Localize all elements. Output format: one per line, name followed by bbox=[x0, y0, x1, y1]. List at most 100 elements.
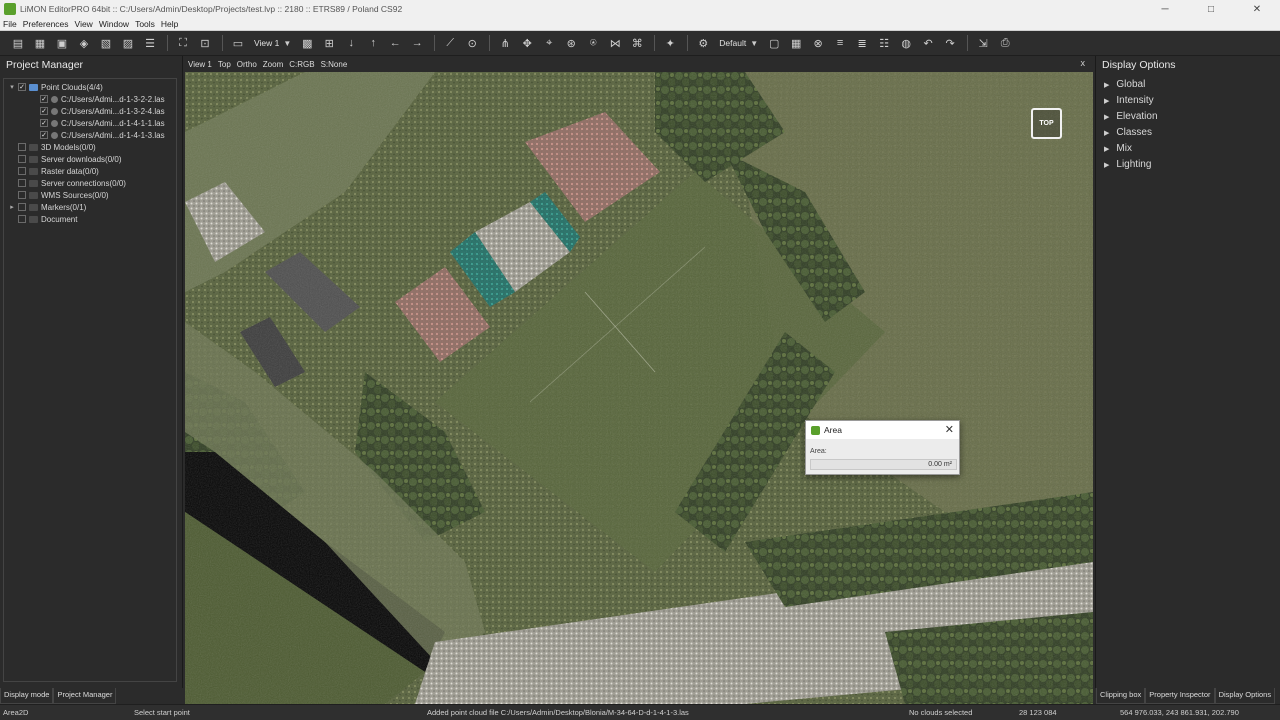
chevron-down-icon[interactable]: ▼ bbox=[283, 39, 291, 48]
visibility-checkbox[interactable] bbox=[18, 215, 26, 223]
view-orientation-badge[interactable]: TOP bbox=[1031, 108, 1062, 139]
tree-item-las-file[interactable]: ✓ C:/Users/Admi...d-1-3-2-2.las bbox=[30, 93, 165, 105]
profile-icon[interactable]: ☷ bbox=[874, 34, 894, 52]
view-zoom[interactable]: Zoom bbox=[260, 60, 286, 69]
option-global[interactable]: ▶ Global bbox=[1104, 79, 1145, 90]
visibility-checkbox[interactable]: ✓ bbox=[40, 95, 48, 103]
tool-d-icon[interactable]: ⊛ bbox=[561, 34, 581, 52]
tree-item[interactable]: WMS Sources(0/0) bbox=[8, 189, 109, 201]
visibility-checkbox[interactable] bbox=[18, 191, 26, 199]
view-shading-mode[interactable]: S:None bbox=[318, 60, 351, 69]
menu-file[interactable]: File bbox=[0, 19, 20, 29]
point-cloud-viewport[interactable]: TOP bbox=[185, 72, 1093, 704]
visibility-checkbox[interactable] bbox=[18, 155, 26, 163]
tree-item[interactable]: 3D Models(0/0) bbox=[8, 141, 96, 153]
tree-item[interactable]: Raster data(0/0) bbox=[8, 165, 99, 177]
arrow-up-icon[interactable]: ↑ bbox=[363, 34, 383, 52]
tab-clipping-box[interactable]: Clipping box bbox=[1096, 688, 1146, 704]
section-icon[interactable]: ≣ bbox=[852, 34, 872, 52]
visibility-checkbox[interactable]: ✓ bbox=[18, 83, 26, 91]
measure-icon[interactable]: ⟋ bbox=[440, 34, 460, 52]
tool-c-icon[interactable]: ⌖ bbox=[539, 34, 559, 52]
expand-arrow-icon[interactable]: ▾ bbox=[8, 83, 16, 91]
arrow-down-icon[interactable]: ↓ bbox=[341, 34, 361, 52]
load-cloud-icon[interactable]: ◈ bbox=[74, 34, 94, 52]
tree-item[interactable]: Document bbox=[8, 213, 77, 225]
visibility-checkbox[interactable] bbox=[18, 167, 26, 175]
menu-preferences[interactable]: Preferences bbox=[20, 19, 72, 29]
maximize-button[interactable]: □ bbox=[1188, 0, 1234, 18]
display-icon[interactable]: ✦ bbox=[660, 34, 680, 52]
tab-project-manager[interactable]: Project Manager bbox=[53, 688, 117, 704]
tab-display-options[interactable]: Display Options bbox=[1214, 688, 1276, 704]
tree-item[interactable]: Server connections(0/0) bbox=[8, 177, 126, 189]
visibility-checkbox[interactable]: ✓ bbox=[40, 131, 48, 139]
redo-icon[interactable]: ↷ bbox=[940, 34, 960, 52]
grid-icon[interactable]: ▦ bbox=[786, 34, 806, 52]
style-icon[interactable]: ⚙ bbox=[693, 34, 713, 52]
tree-item[interactable]: ▾ ✓ Point Clouds(4/4) bbox=[8, 81, 103, 93]
close-window-button[interactable]: ✕ bbox=[1234, 0, 1280, 18]
area-value-field[interactable]: 0.00 m² bbox=[810, 459, 957, 470]
option-elevation[interactable]: ▶ Elevation bbox=[1104, 111, 1158, 122]
layers-icon[interactable]: ▧ bbox=[96, 34, 116, 52]
chevron-down-icon[interactable]: ▼ bbox=[750, 39, 758, 48]
view-color-mode[interactable]: C:RGB bbox=[286, 60, 317, 69]
view-projection[interactable]: Ortho bbox=[234, 60, 260, 69]
option-intensity[interactable]: ▶ Intensity bbox=[1104, 95, 1154, 106]
align-icon[interactable]: ≡ bbox=[830, 34, 850, 52]
arrow-right-icon[interactable]: → bbox=[407, 34, 427, 52]
tool-b-icon[interactable]: ✥ bbox=[517, 34, 537, 52]
globe-icon[interactable]: ◍ bbox=[896, 34, 916, 52]
visibility-checkbox[interactable]: ✓ bbox=[40, 119, 48, 127]
tree-item[interactable]: Server downloads(0/0) bbox=[8, 153, 121, 165]
layer-list-icon[interactable]: ☰ bbox=[140, 34, 160, 52]
tree-item-label: Document bbox=[41, 214, 78, 224]
option-mix[interactable]: ▶ Mix bbox=[1104, 143, 1132, 154]
area-dialog-titlebar[interactable]: Area bbox=[806, 421, 959, 439]
undo-icon[interactable]: ↶ bbox=[918, 34, 938, 52]
view-front-icon[interactable]: ⊞ bbox=[319, 34, 339, 52]
tool-f-icon[interactable]: ⋈ bbox=[605, 34, 625, 52]
menu-view[interactable]: View bbox=[72, 19, 96, 29]
option-classes[interactable]: ▶ Classes bbox=[1104, 127, 1152, 138]
tree-item-las-file[interactable]: ✓ C:/Users/Admi...d-1-4-1-3.las bbox=[30, 129, 165, 141]
visibility-checkbox[interactable] bbox=[18, 143, 26, 151]
tool-g-icon[interactable]: ⌘ bbox=[627, 34, 647, 52]
menu-window[interactable]: Window bbox=[96, 19, 132, 29]
view-top-icon[interactable]: ▩ bbox=[297, 34, 317, 52]
arrow-left-icon[interactable]: ← bbox=[385, 34, 405, 52]
tool-e-icon[interactable]: ⍟ bbox=[583, 34, 603, 52]
open-project-icon[interactable]: ▦ bbox=[30, 34, 50, 52]
expand-arrow-icon[interactable]: ▸ bbox=[8, 203, 16, 211]
view-direction[interactable]: Top bbox=[215, 60, 234, 69]
visibility-checkbox[interactable]: ✓ bbox=[40, 107, 48, 115]
new-project-icon[interactable]: ▤ bbox=[8, 34, 28, 52]
screenshot-icon[interactable]: ⊡ bbox=[195, 34, 215, 52]
filter-icon[interactable]: ⊗ bbox=[808, 34, 828, 52]
minimize-button[interactable]: ─ bbox=[1142, 0, 1188, 18]
layer-settings-icon[interactable]: ▨ bbox=[118, 34, 138, 52]
visibility-checkbox[interactable] bbox=[18, 179, 26, 187]
close-view-button[interactable]: x bbox=[1081, 58, 1086, 68]
box-icon[interactable]: ▢ bbox=[764, 34, 784, 52]
tree-item-las-file[interactable]: ✓ C:/Users/Admi...d-1-3-2-4.las bbox=[30, 105, 165, 117]
tab-display-mode[interactable]: Display mode bbox=[0, 688, 54, 704]
menu-tools[interactable]: Tools bbox=[132, 19, 158, 29]
fit-view-icon[interactable]: ⛶ bbox=[173, 34, 193, 52]
export-icon[interactable]: ⇲ bbox=[973, 34, 993, 52]
pick-point-icon[interactable]: ⊙ bbox=[462, 34, 482, 52]
view-select[interactable]: View 1 bbox=[250, 38, 283, 48]
option-lighting[interactable]: ▶ Lighting bbox=[1104, 159, 1151, 170]
view-icon[interactable]: ▭ bbox=[228, 34, 248, 52]
report-icon[interactable]: ⎙ bbox=[995, 34, 1015, 52]
close-area-dialog-button[interactable]: ✕ bbox=[945, 423, 954, 436]
tool-a-icon[interactable]: ⋔ bbox=[495, 34, 515, 52]
menu-help[interactable]: Help bbox=[158, 19, 181, 29]
tree-item[interactable]: ▸ Markers(0/1) bbox=[8, 201, 86, 213]
visibility-checkbox[interactable] bbox=[18, 203, 26, 211]
tree-item-las-file[interactable]: ✓ C:/Users/Admi...d-1-4-1-1.las bbox=[30, 117, 165, 129]
style-select[interactable]: Default bbox=[715, 38, 750, 48]
save-project-icon[interactable]: ▣ bbox=[52, 34, 72, 52]
tab-property-inspector[interactable]: Property Inspector bbox=[1145, 688, 1215, 704]
